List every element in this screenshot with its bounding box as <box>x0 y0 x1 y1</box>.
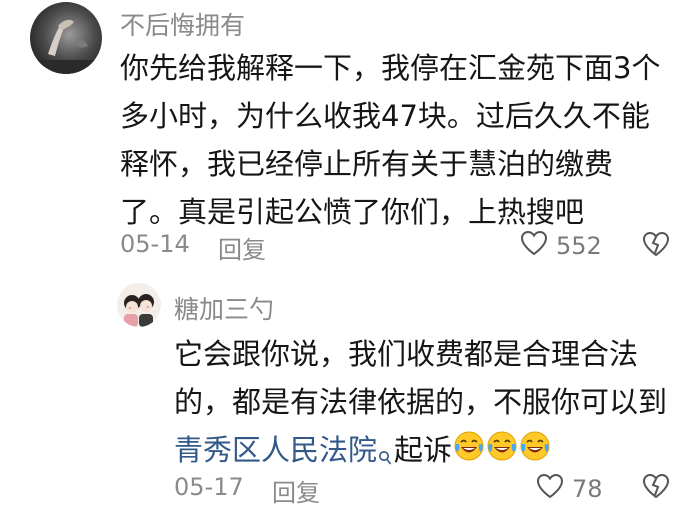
reply-button[interactable]: 回复 <box>218 230 266 265</box>
dislike-button[interactable] <box>642 473 670 503</box>
search-icon[interactable] <box>378 432 392 480</box>
laughing-crying-emoji <box>453 428 485 476</box>
like-button[interactable]: 78 <box>536 473 603 505</box>
like-count: 78 <box>572 475 603 503</box>
comment-line: 的，都是有法律依据的，不服你可以到 <box>174 385 668 419</box>
broken-heart-icon <box>642 231 670 261</box>
comment-line: 释怀，我已经停止所有关于慧泊的缴费 <box>120 147 614 181</box>
comment-date: 05-14 <box>120 230 190 258</box>
heart-outline-icon <box>520 230 548 262</box>
comment-text: 它会跟你说，我们收费都是合理合法 的，都是有法律依据的，不服你可以到 青秀区人民… <box>174 330 667 480</box>
comment-text-tail: 起诉 <box>394 433 453 467</box>
comment-line: 了。真是引起公愤了你们，上热搜吧 <box>120 195 585 229</box>
heart-outline-icon <box>536 473 564 505</box>
laughing-crying-emoji <box>519 428 551 476</box>
comment-username[interactable]: 糖加三勺 <box>174 290 274 326</box>
broken-heart-icon <box>642 473 670 503</box>
like-count: 552 <box>556 232 602 260</box>
like-button[interactable]: 552 <box>520 230 602 262</box>
comment-date: 05-17 <box>174 473 244 501</box>
user-avatar[interactable] <box>117 283 161 327</box>
comment-username[interactable]: 不后悔拥有 <box>120 6 245 42</box>
reply-comment-item: 糖加三勺 它会跟你说，我们收费都是合理合法 的，都是有法律依据的，不服你可以到 … <box>0 270 700 520</box>
reply-button[interactable]: 回复 <box>272 473 320 508</box>
comment-item: 不后悔拥有 你先给我解释一下，我停在汇金苑下面3个 多小时，为什么收我47块。过… <box>0 0 700 270</box>
laughing-crying-emoji <box>486 428 518 476</box>
comment-text: 你先给我解释一下，我停在汇金苑下面3个 多小时，为什么收我47块。过后久久不能 … <box>120 44 660 236</box>
comment-line-with-link: 青秀区人民法院 起诉 <box>174 426 667 480</box>
comment-line: 它会跟你说，我们收费都是合理合法 <box>174 337 639 371</box>
court-link[interactable]: 青秀区人民法院 <box>174 433 377 467</box>
dislike-button[interactable] <box>642 231 670 261</box>
comment-line: 多小时，为什么收我47块。过后久久不能 <box>120 99 650 133</box>
user-avatar[interactable] <box>30 2 102 74</box>
comment-line: 你先给我解释一下，我停在汇金苑下面3个 <box>120 51 661 85</box>
